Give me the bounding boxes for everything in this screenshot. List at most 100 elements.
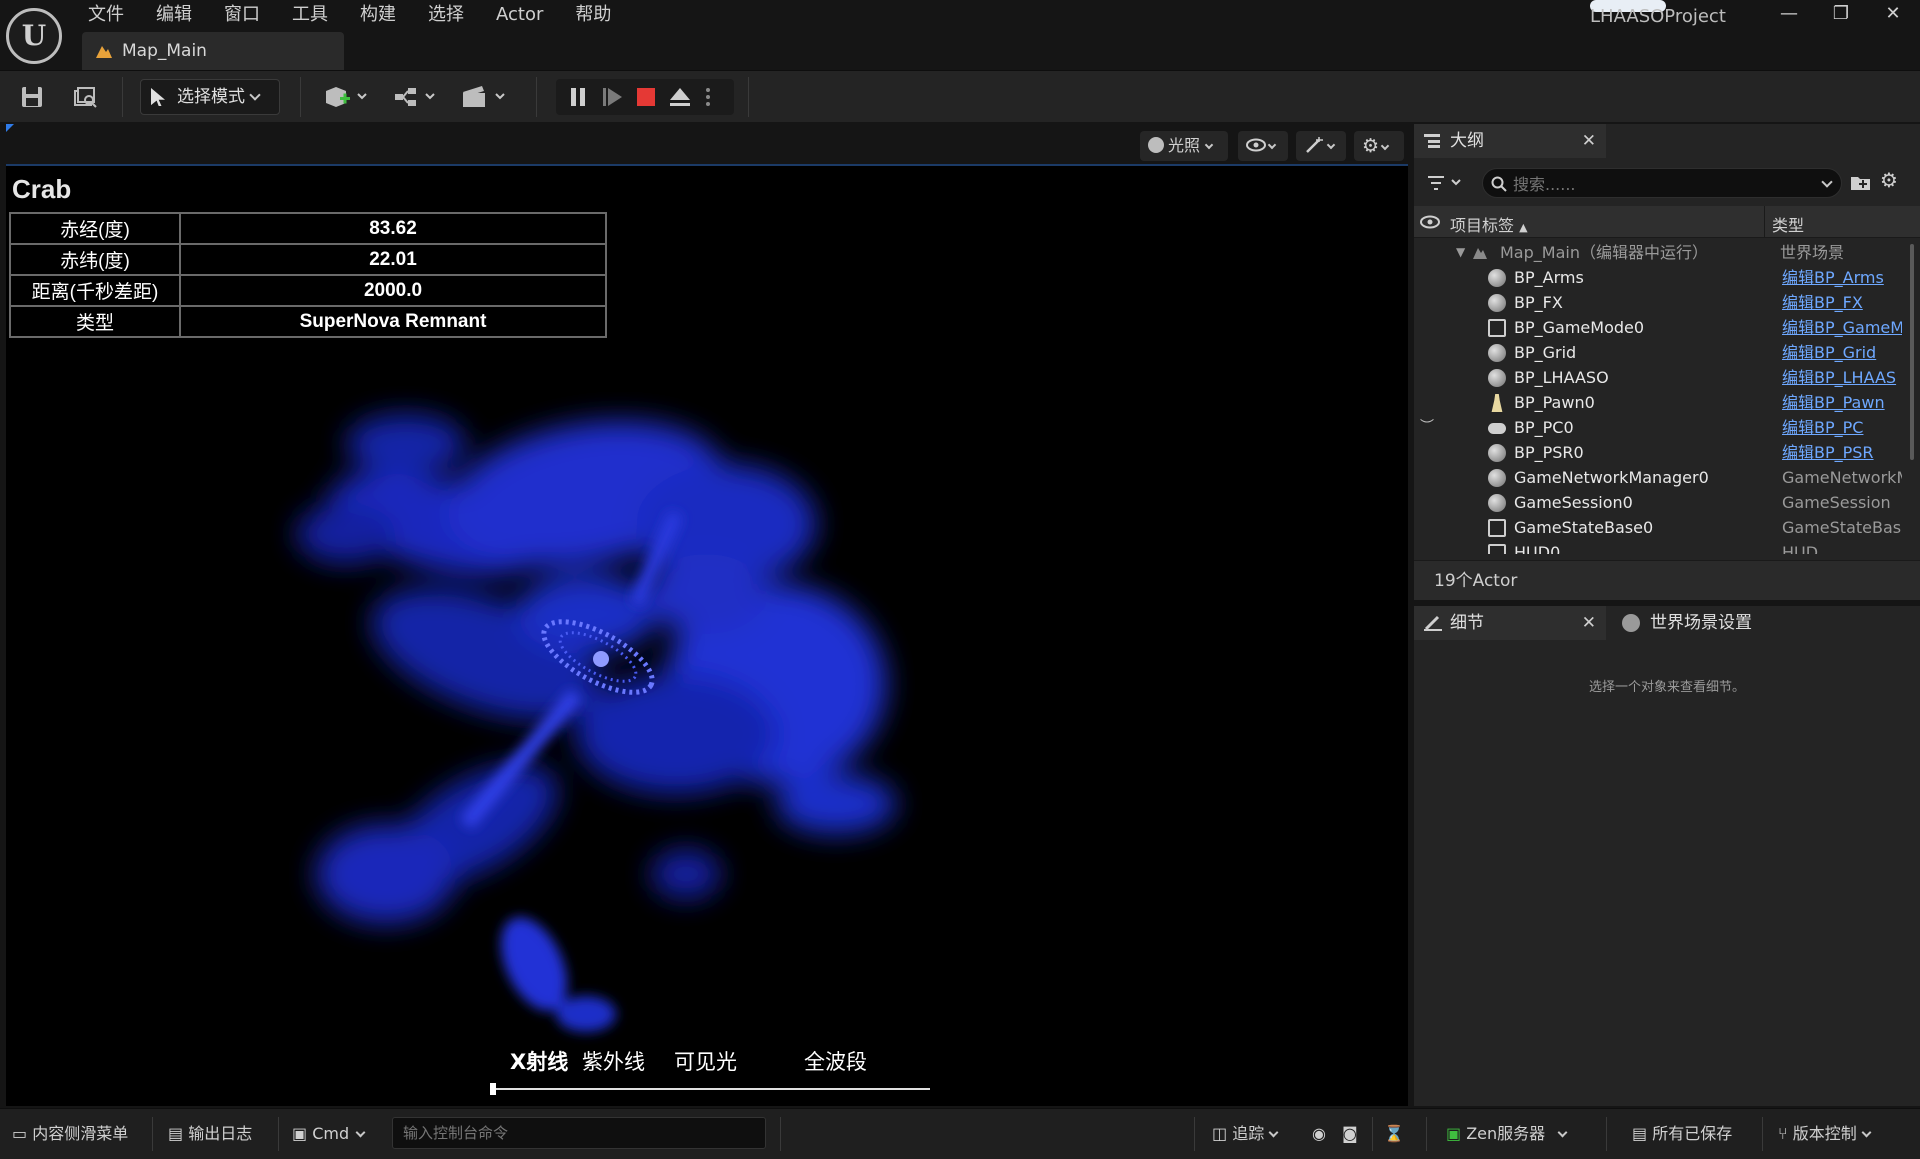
edit-blueprint-link[interactable]: 编辑BP_FX bbox=[1782, 290, 1902, 315]
chevron-down-icon bbox=[1268, 1127, 1279, 1138]
add-folder-icon[interactable] bbox=[1850, 174, 1872, 192]
outliner-row[interactable]: BP_GameMode0 编辑BP_GameM bbox=[1414, 315, 1914, 340]
edit-blueprint-link[interactable]: 编辑BP_Pawn bbox=[1782, 390, 1902, 415]
outliner-row[interactable]: GameSession0 GameSession bbox=[1414, 490, 1914, 515]
edit-blueprint-link[interactable]: 编辑BP_LHAAS bbox=[1782, 365, 1902, 390]
show-flags-button[interactable] bbox=[1238, 131, 1288, 161]
menu-tools[interactable]: 工具 bbox=[276, 0, 344, 30]
band-ultraviolet[interactable]: 紫外线 bbox=[582, 1046, 645, 1076]
output-log-label: 输出日志 bbox=[188, 1124, 253, 1143]
band-slider-handle[interactable] bbox=[490, 1083, 496, 1095]
select-mode-dropdown[interactable]: 选择模式 bbox=[140, 79, 280, 115]
outliner-tree[interactable]: ▼ Map_Main（编辑器中运行） 世界场景 BP_Arms 编辑BP_Arms… bbox=[1414, 240, 1914, 554]
column-type[interactable]: 类型 bbox=[1772, 212, 1804, 236]
band-xray[interactable]: X射线 bbox=[510, 1046, 568, 1076]
filter-icon[interactable] bbox=[1428, 174, 1468, 192]
outliner-row[interactable]: BP_LHAASO 编辑BP_LHAAS bbox=[1414, 365, 1914, 390]
tree-root-type: 世界场景 bbox=[1780, 243, 1845, 262]
edit-blueprint-link[interactable]: 编辑BP_Arms bbox=[1782, 265, 1902, 290]
browse-content-icon[interactable] bbox=[72, 83, 100, 111]
save-icon[interactable] bbox=[18, 83, 46, 111]
content-drawer-label: 内容侧滑菜单 bbox=[32, 1124, 129, 1143]
restore-button[interactable]: ❐ bbox=[1816, 0, 1866, 30]
screenshot-button[interactable]: ◙ bbox=[1342, 1122, 1358, 1146]
hidden-eye-icon[interactable]: ︶ bbox=[1420, 415, 1434, 440]
menu-edit[interactable]: 编辑 bbox=[140, 0, 208, 30]
camera-icon: ◙ bbox=[1342, 1124, 1358, 1143]
outliner-row[interactable]: BP_FX 编辑BP_FX bbox=[1414, 290, 1914, 315]
pause-icon[interactable] bbox=[566, 85, 590, 109]
record-button[interactable]: ◉ bbox=[1312, 1122, 1326, 1146]
column-item-label[interactable]: 项目标签 ▲ bbox=[1450, 212, 1528, 236]
outliner-scrollbar[interactable] bbox=[1910, 244, 1914, 460]
console-command-input[interactable] bbox=[392, 1117, 766, 1149]
edit-blueprint-link[interactable]: 编辑BP_PSR bbox=[1782, 440, 1902, 465]
unreal-logo-icon[interactable]: U bbox=[6, 8, 62, 64]
menu-build[interactable]: 构建 bbox=[344, 0, 412, 30]
outliner-row[interactable]: BP_Pawn0 编辑BP_Pawn bbox=[1414, 390, 1914, 415]
outliner-row[interactable]: HUD0 HUD bbox=[1414, 540, 1914, 554]
lighting-mode-button[interactable]: 光照 bbox=[1140, 131, 1228, 161]
tab-world-settings[interactable]: 世界场景设置 bbox=[1610, 606, 1800, 640]
edit-blueprint-link[interactable]: 编辑BP_GameM bbox=[1782, 315, 1902, 340]
outliner-search[interactable] bbox=[1482, 168, 1842, 198]
version-control-dropdown[interactable]: ⑂ 版本控制 bbox=[1778, 1122, 1872, 1146]
outliner-search-input[interactable] bbox=[1513, 173, 1813, 195]
tab-outliner[interactable]: 大纲 ✕ bbox=[1414, 124, 1606, 158]
chevron-down-icon[interactable] bbox=[1821, 176, 1833, 188]
menu-file[interactable]: 文件 bbox=[72, 0, 140, 30]
output-log-button[interactable]: ▤ 输出日志 bbox=[168, 1122, 252, 1146]
step-frame-icon[interactable] bbox=[600, 85, 624, 109]
close-window-button[interactable]: ✕ bbox=[1868, 0, 1918, 30]
outliner-row[interactable]: GameNetworkManager0 GameNetworkM bbox=[1414, 465, 1914, 490]
transform-tools-button[interactable] bbox=[1296, 131, 1346, 161]
outliner-row[interactable]: BP_Arms 编辑BP_Arms bbox=[1414, 265, 1914, 290]
outliner-row[interactable]: BP_PC0 编辑BP_PC ︶ bbox=[1414, 415, 1914, 440]
toolbar-separator bbox=[122, 77, 123, 117]
level-viewport[interactable]: 光照 ⚙ Crab 赤经(度) 83.62 赤纬(度) 22.01 距离(千秒差距)… bbox=[6, 124, 1408, 1106]
menu-actor[interactable]: Actor bbox=[480, 0, 559, 30]
lighting-mode-label: 光照 bbox=[1168, 136, 1201, 155]
tab-details[interactable]: 细节 ✕ bbox=[1414, 606, 1606, 640]
more-options-icon[interactable] bbox=[702, 85, 714, 109]
band-visible[interactable]: 可见光 bbox=[674, 1046, 737, 1076]
minimize-button[interactable]: — bbox=[1764, 0, 1814, 30]
blueprint-button[interactable] bbox=[392, 83, 442, 111]
cinematics-button[interactable] bbox=[460, 83, 510, 111]
menu-help[interactable]: 帮助 bbox=[559, 0, 627, 30]
add-actor-button[interactable] bbox=[322, 83, 372, 111]
expand-arrow-icon[interactable]: ▼ bbox=[1456, 240, 1465, 265]
menu-select[interactable]: 选择 bbox=[412, 0, 480, 30]
actor-icon bbox=[1488, 344, 1506, 362]
derived-data-button[interactable]: ⌛ bbox=[1384, 1122, 1404, 1146]
menu-window[interactable]: 窗口 bbox=[208, 0, 276, 30]
band-slider-track[interactable] bbox=[492, 1088, 930, 1090]
trace-dropdown[interactable]: ◫ 追踪 bbox=[1212, 1122, 1279, 1146]
viewport-corner-marker bbox=[6, 124, 14, 132]
column-divider[interactable] bbox=[1764, 206, 1765, 238]
tab-map-main[interactable]: Map_Main bbox=[82, 32, 344, 70]
settings-gear-icon[interactable]: ⚙ bbox=[1880, 168, 1898, 192]
content-drawer-icon: ▭ bbox=[12, 1124, 28, 1143]
edit-blueprint-link[interactable]: 编辑BP_PC bbox=[1782, 415, 1902, 440]
band-all[interactable]: 全波段 bbox=[804, 1046, 867, 1076]
outliner-row[interactable]: GameStateBase0 GameStateBase bbox=[1414, 515, 1914, 540]
cmd-dropdown[interactable]: ▣ Cmd bbox=[292, 1122, 366, 1146]
hourglass-icon: ⌛ bbox=[1384, 1124, 1404, 1143]
zen-server-dropdown[interactable]: ▣ Zen服务器 bbox=[1446, 1122, 1568, 1146]
outliner-row[interactable]: BP_Grid 编辑BP_Grid bbox=[1414, 340, 1914, 365]
tree-root-row[interactable]: ▼ Map_Main（编辑器中运行） 世界场景 bbox=[1414, 240, 1914, 265]
outliner-row[interactable]: BP_PSR0 编辑BP_PSR bbox=[1414, 440, 1914, 465]
close-icon[interactable]: ✕ bbox=[1582, 606, 1596, 640]
visibility-eye-icon[interactable] bbox=[1420, 215, 1440, 229]
save-all-button[interactable]: ▤ 所有已保存 bbox=[1632, 1122, 1732, 1146]
viewport-settings-button[interactable]: ⚙ bbox=[1354, 131, 1404, 161]
title-bar: U 文件 编辑 窗口 工具 构建 选择 Actor 帮助 LHAASOProje… bbox=[0, 0, 1920, 70]
outliner-row-label: BP_Grid bbox=[1514, 343, 1577, 362]
search-icon bbox=[1491, 176, 1507, 192]
close-icon[interactable]: ✕ bbox=[1582, 124, 1596, 158]
edit-blueprint-link[interactable]: 编辑BP_Grid bbox=[1782, 340, 1902, 365]
eject-icon[interactable] bbox=[668, 85, 692, 109]
content-drawer-button[interactable]: ▭ 内容侧滑菜单 bbox=[12, 1122, 128, 1146]
stop-icon[interactable] bbox=[634, 85, 658, 109]
